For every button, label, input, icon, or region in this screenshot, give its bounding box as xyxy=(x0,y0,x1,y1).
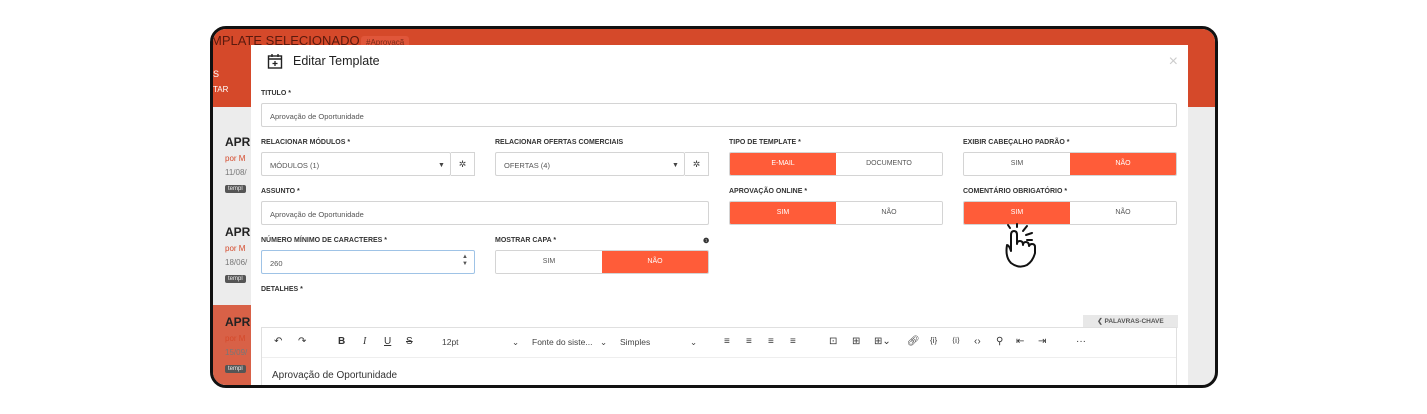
aprovacao-sim-option[interactable]: SIM xyxy=(730,202,836,224)
tipo-label: TIPO DE TEMPLATE * xyxy=(729,139,801,146)
link-icon[interactable]: 🔗︎ xyxy=(907,336,920,347)
modulos-select[interactable]: MÓDULOS (1) ▼ xyxy=(261,152,451,176)
background-label: S xyxy=(213,69,220,79)
underline-icon[interactable]: U xyxy=(384,336,391,347)
format-select[interactable]: Simples xyxy=(620,337,650,347)
image-icon[interactable]: ⊡ xyxy=(829,336,837,347)
chevron-down-icon: ▼ xyxy=(672,162,679,169)
editor-content[interactable]: Aprovação de Oportunidade xyxy=(272,370,397,381)
font-family-select[interactable]: Fonte do siste... xyxy=(532,337,592,347)
embed-icon[interactable]: ⟨i⟩ xyxy=(952,336,960,345)
align-left-icon[interactable]: ≡ xyxy=(724,336,730,347)
modulos-value: MÓDULOS (1) xyxy=(270,161,320,170)
aprovacao-label: APROVAÇÃO ONLINE * xyxy=(729,188,808,195)
card-tag: templ xyxy=(225,275,246,283)
cabecalho-sim-option[interactable]: SIM xyxy=(964,153,1070,175)
chevron-down-icon: ▼ xyxy=(438,162,445,169)
close-icon[interactable]: × xyxy=(1169,53,1178,71)
modal-header: Editar Template × xyxy=(251,45,1188,81)
titulo-input[interactable]: Aprovação de Oportunidade xyxy=(261,103,1177,127)
assunto-label: ASSUNTO * xyxy=(261,188,300,195)
variable-icon[interactable]: {i} xyxy=(930,336,937,345)
capa-nao-option[interactable]: NÃO xyxy=(602,251,708,273)
titulo-label: TITULO * xyxy=(261,90,291,97)
font-size-select[interactable]: 12pt xyxy=(442,337,459,347)
gear-icon[interactable]: ✲ xyxy=(685,152,709,176)
code-icon[interactable]: ‹› xyxy=(974,336,981,347)
ofertas-select[interactable]: OFERTAS (4) ▼ xyxy=(495,152,685,176)
pointing-hand-cursor-icon xyxy=(1005,223,1036,268)
numero-input[interactable]: 260 ▲ ▼ xyxy=(261,250,475,274)
cabecalho-label: EXIBIR CABEÇALHO PADRÃO * xyxy=(963,139,1070,146)
modal-title: Editar Template xyxy=(293,54,380,68)
cabecalho-toggle: SIM NÃO xyxy=(963,152,1177,176)
background-label: TAR xyxy=(213,85,229,94)
numero-label: NÚMERO MÍNIMO DE CARACTERES * xyxy=(261,237,388,244)
indent-icon[interactable]: ⇥ xyxy=(1038,336,1046,347)
undo-icon[interactable]: ↶ xyxy=(274,336,282,347)
capa-label: MOSTRAR CAPA * xyxy=(495,237,557,244)
comentario-nao-option[interactable]: NÃO xyxy=(1070,202,1176,224)
chevron-down-icon[interactable]: ⌄ xyxy=(512,337,519,348)
align-center-icon[interactable]: ≡ xyxy=(746,336,752,347)
bold-icon[interactable]: B xyxy=(338,336,345,347)
strikethrough-icon[interactable]: S xyxy=(406,336,413,347)
edit-template-modal: Editar Template × TITULO * Aprovação de … xyxy=(251,45,1188,385)
chevron-down-icon[interactable]: ⌄ xyxy=(600,337,607,348)
tipo-documento-option[interactable]: DOCUMENTO xyxy=(836,153,942,175)
comentario-sim-option[interactable]: SIM xyxy=(964,202,1070,224)
numero-value: 260 xyxy=(270,259,283,268)
outdent-icon[interactable]: ⇤ xyxy=(1016,336,1024,347)
comentario-toggle: SIM NÃO xyxy=(963,201,1177,225)
card-tag: templ xyxy=(225,365,246,373)
cabecalho-nao-option[interactable]: NÃO xyxy=(1070,153,1176,175)
rich-text-editor: ↶ ↷ B I U S 12pt ⌄ Fonte do siste... ⌄ S… xyxy=(261,327,1177,385)
search-icon[interactable]: ⚲ xyxy=(996,336,1003,347)
card-tag: templ xyxy=(225,185,246,193)
more-icon[interactable]: ··· xyxy=(1076,336,1086,347)
aprovacao-toggle: SIM NÃO xyxy=(729,201,943,225)
capa-sim-option[interactable]: SIM xyxy=(496,251,602,273)
editor-toolbar: ↶ ↷ B I U S 12pt ⌄ Fonte do siste... ⌄ S… xyxy=(262,328,1176,358)
table-icon[interactable]: ⊞⌄ xyxy=(874,336,891,347)
modulos-label: RELACIONAR MÓDULOS * xyxy=(261,139,351,146)
chevron-down-icon[interactable]: ⌄ xyxy=(690,337,697,348)
comentario-label: COMENTÁRIO OBRIGATÓRIO * xyxy=(963,188,1068,195)
ofertas-value: OFERTAS (4) xyxy=(504,161,550,170)
align-justify-icon[interactable]: ≡ xyxy=(790,336,796,347)
capa-toggle: SIM NÃO xyxy=(495,250,709,274)
align-right-icon[interactable]: ≡ xyxy=(768,336,774,347)
tipo-email-option[interactable]: E-MAIL xyxy=(730,153,836,175)
gear-icon[interactable]: ✲ xyxy=(451,152,475,176)
italic-icon[interactable]: I xyxy=(363,336,366,347)
app-frame: MPLATE SELECIONADO #Aprovaçã S TAR APR p… xyxy=(210,26,1218,388)
number-stepper-icon[interactable]: ▲ ▼ xyxy=(462,254,468,268)
tipo-toggle: E-MAIL DOCUMENTO xyxy=(729,152,943,176)
ofertas-label: RELACIONAR OFERTAS COMERCIAIS xyxy=(495,139,624,146)
detalhes-label: DETALHES * xyxy=(261,286,303,293)
info-icon[interactable]: ❶ xyxy=(703,237,709,245)
aprovacao-nao-option[interactable]: NÃO xyxy=(836,202,942,224)
assunto-input[interactable]: Aprovação de Oportunidade xyxy=(261,201,709,225)
redo-icon[interactable]: ↷ xyxy=(298,336,306,347)
upload-icon[interactable]: ⊞ xyxy=(852,336,860,347)
calendar-plus-icon xyxy=(267,54,283,69)
